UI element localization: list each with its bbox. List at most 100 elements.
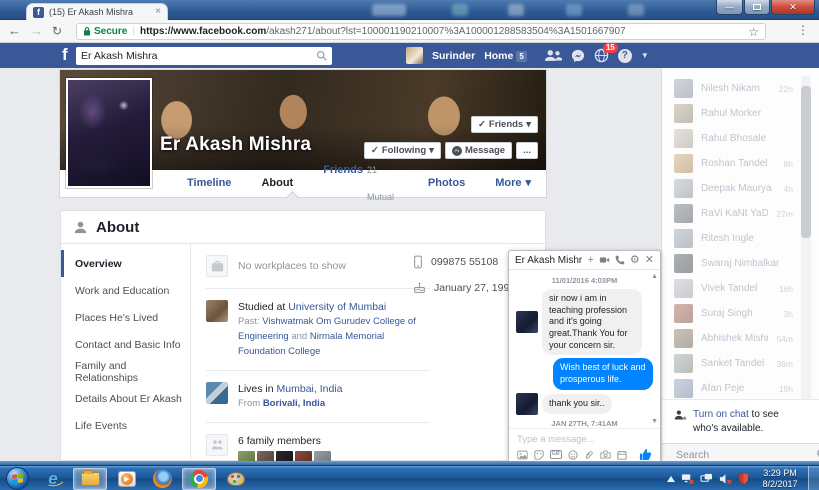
browser-menu-icon[interactable]: ⋮ [797,23,809,37]
facebook-logo[interactable]: f [62,45,68,65]
about-nav-contact-basic-info[interactable]: Contact and Basic Info [61,331,190,358]
briefcase-icon [206,255,228,277]
chat-camera-icon[interactable] [600,450,611,459]
chat-scroll-up-icon[interactable]: ▲ [651,273,658,280]
notifications-icon[interactable]: 15 [594,48,609,63]
friends-button[interactable]: ✓ Friends ▾ [471,116,538,133]
tray-security-shield-icon[interactable] [738,472,749,485]
home-link[interactable]: Home5 [484,50,527,62]
tab-close-icon[interactable]: × [155,7,161,17]
tab-more[interactable]: More▾ [480,170,546,197]
taskbar-chrome[interactable] [182,468,216,490]
start-button[interactable] [6,467,29,490]
taskbar-windows-explorer[interactable] [73,468,107,490]
contact-row[interactable]: Abhishek Mishra54m [662,326,819,351]
family-member-thumbnail[interactable] [314,451,331,461]
chat-message-input[interactable] [509,431,660,446]
facebook-search[interactable] [76,47,332,65]
contact-row[interactable]: RaVi KaNt YaDav27m [662,201,819,226]
contact-row[interactable]: Sanket Tandel36m [662,351,819,376]
about-nav-family-relationships[interactable]: Family and Relationships [61,358,190,385]
about-nav-details[interactable]: Details About Er Akash [61,385,190,412]
chat-settings-gear-icon[interactable]: ⚙ [630,255,640,266]
account-menu-caret-icon[interactable]: ▼ [641,51,649,60]
from-link[interactable]: Borivali, India [263,398,325,409]
help-icon[interactable]: ? [618,49,632,63]
friend-requests-icon[interactable] [544,49,562,62]
contact-row[interactable]: Deepak Maurya4h [662,176,819,201]
browser-tab[interactable]: f (15) Er Akash Mishra × [26,3,168,20]
messenger-icon[interactable] [571,49,585,63]
chat-close-icon[interactable]: ✕ [645,255,654,266]
chat-emoji-icon[interactable] [568,450,578,460]
chat-add-person-icon[interactable]: + [587,255,593,266]
family-member-thumbnail[interactable] [257,451,274,461]
contact-row[interactable]: Nilesh Nikam22h [662,76,819,101]
chat-sticker-icon[interactable] [534,450,544,460]
tab-about[interactable]: About [246,170,308,197]
maximize-button[interactable] [744,0,770,15]
tray-network-icon[interactable] [681,473,694,485]
tray-expand-icon[interactable] [667,476,675,482]
show-desktop-button[interactable] [808,466,819,490]
more-actions-button[interactable]: ... [516,142,538,159]
chat-gif-icon[interactable]: GIF [550,450,562,459]
chat-header[interactable]: Er Akash Mishra + ⚙ ✕ [509,251,660,270]
university-link[interactable]: University of Mumbai [288,301,386,313]
contact-row[interactable]: Rahul Morker [662,101,819,126]
tray-volume-icon[interactable] [719,473,732,485]
forward-button[interactable]: → [30,22,43,40]
turn-on-chat-link[interactable]: Turn on chat [693,409,749,420]
tray-sync-icon[interactable] [700,473,713,484]
about-nav-places-lived[interactable]: Places He's Lived [61,304,190,331]
chat-photo-icon[interactable] [517,450,528,460]
chat-attach-icon[interactable] [584,450,594,460]
search-icon[interactable] [316,50,327,61]
bookmark-star-icon[interactable]: ☆ [748,25,759,39]
taskbar-internet-explorer[interactable]: e [38,468,68,490]
contact-row[interactable]: Afan Peje19h [662,376,819,401]
chat-video-call-icon[interactable] [599,256,610,264]
about-nav-overview[interactable]: Overview [61,250,190,277]
family-member-thumbnail[interactable] [276,451,293,461]
profile-picture[interactable] [66,78,152,188]
tab-timeline[interactable]: Timeline [172,170,246,197]
chat-voice-call-icon[interactable] [615,255,625,265]
contact-row[interactable]: Rahul Bhosale [662,126,819,151]
taskbar-paint[interactable] [221,468,251,490]
taskbar-media-player[interactable]: ▶ [112,468,142,490]
contact-row[interactable]: Vivek Tandel16h [662,276,819,301]
education-thumbnail[interactable] [206,300,228,322]
facebook-search-input[interactable] [81,50,316,62]
user-avatar[interactable] [406,47,423,64]
chat-like-icon[interactable] [639,448,652,461]
minimize-button[interactable]: — [716,0,743,15]
city-thumbnail[interactable] [206,382,228,404]
about-nav-work-education[interactable]: Work and Education [61,277,190,304]
contact-row[interactable]: Roshan Tandel8h [662,151,819,176]
message-button[interactable]: Message [445,142,512,159]
sidebar-scrollbar-thumb[interactable] [801,86,811,238]
user-name-link[interactable]: Surinder [432,50,475,62]
chat-plan-icon[interactable] [617,450,627,460]
chat-title[interactable]: Er Akash Mishra [515,255,582,266]
lives-link[interactable]: Mumbai, India [277,383,343,395]
tray-clock[interactable]: 3:29 PM 8/2/2017 [755,468,805,490]
contact-row[interactable]: Swaraj Nimbalkar [662,251,819,276]
chat-scroll-down-icon[interactable]: ▼ [651,418,658,425]
contact-row[interactable]: Suraj Singh3h [662,301,819,326]
sidebar-scrollbar[interactable] [801,76,811,448]
address-bar[interactable]: Secure | https://www.facebook.com/akash2… [76,23,766,40]
tab-photos[interactable]: Photos [413,170,480,197]
family-member-thumbnail[interactable] [295,451,312,461]
family-member-thumbnail[interactable] [238,451,255,461]
back-button[interactable]: ← [8,22,21,40]
tab-friends[interactable]: Friends21 Mutual [308,157,413,211]
secure-indicator[interactable]: Secure [83,26,127,37]
close-button[interactable]: ✕ [771,0,815,15]
sidebar-search-input[interactable] [676,449,811,461]
about-nav-life-events[interactable]: Life Events [61,412,190,439]
taskbar-firefox[interactable] [147,468,177,490]
contact-row[interactable]: Ritesh Ingle [662,226,819,251]
reload-button[interactable]: ↻ [52,22,62,40]
